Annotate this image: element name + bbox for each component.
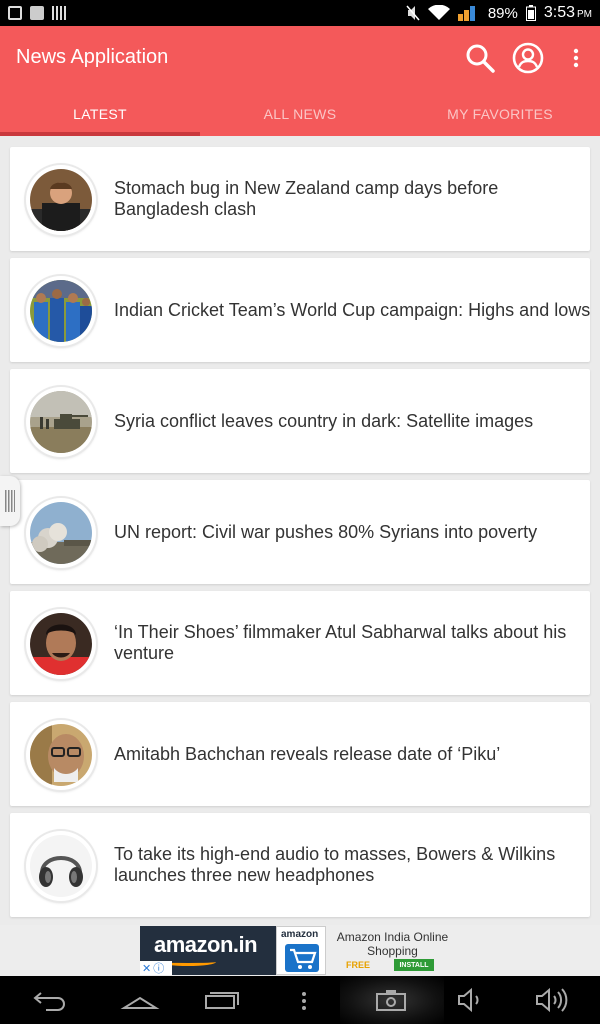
clock: 3:53 PM [543, 4, 592, 21]
screenshot-icon[interactable] [374, 986, 408, 1014]
status-bar: 89% 3:53 PM [0, 0, 600, 26]
news-headline: ‘In Their Shoes’ filmmaker Atul Sabharwa… [114, 622, 567, 663]
tab-latest[interactable]: LATEST [0, 92, 200, 136]
tab-all-news[interactable]: ALL NEWS [200, 92, 400, 136]
news-thumbnail [26, 165, 96, 235]
news-headline: Stomach bug in New Zealand camp days bef… [114, 178, 499, 219]
tank-photo [30, 391, 92, 453]
news-thumbnail [26, 831, 96, 901]
tab-my-favorites[interactable]: MY FAVORITES [400, 92, 600, 136]
more-options-icon[interactable] [566, 42, 586, 74]
news-headline: Amitabh Bachchan reveals release date of… [114, 743, 501, 764]
side-drawer-handle[interactable] [0, 476, 20, 526]
news-thumbnail [26, 498, 96, 568]
news-headline: To take its high-end audio to masses, Bo… [114, 844, 556, 885]
news-headline: Syria conflict leaves country in dark: S… [114, 410, 534, 431]
news-thumbnail [26, 609, 96, 679]
news-thumbnail [26, 387, 96, 457]
tab-bar: LATEST ALL NEWS MY FAVORITES [0, 92, 600, 136]
headphones-photo [30, 835, 92, 897]
account-icon[interactable] [512, 42, 544, 74]
shopping-notification-icon [30, 6, 44, 20]
close-ad-icon[interactable]: ✕ [142, 962, 151, 975]
cricketer-photo [30, 169, 92, 231]
news-list: Stomach bug in New Zealand camp days bef… [10, 147, 590, 924]
news-headline: Indian Cricket Team’s World Cup campaign… [114, 299, 591, 320]
back-icon[interactable] [28, 986, 68, 1014]
ad-price: FREE [346, 960, 371, 970]
image-notification-icon [8, 6, 22, 20]
amazon-app-icon: amazon [276, 926, 326, 975]
portrait-photo [30, 613, 92, 675]
notification-icons [8, 6, 66, 20]
signal-icon [457, 6, 475, 21]
system-icons: 89% 3:53 PM [406, 4, 592, 22]
ad-text: Amazon India Online Shopping [336, 930, 449, 958]
news-headline: UN report: Civil war pushes 80% Syrians … [114, 521, 538, 542]
tab-indicator [0, 132, 200, 136]
system-nav-bar [0, 976, 600, 1024]
news-card[interactable]: Stomach bug in New Zealand camp days bef… [10, 147, 590, 251]
news-thumbnail [26, 720, 96, 790]
amazon-logo: amazon.in [154, 932, 258, 957]
news-card[interactable]: To take its high-end audio to masses, Bo… [10, 813, 590, 917]
search-icon[interactable] [464, 42, 496, 74]
menu-icon[interactable] [294, 986, 314, 1014]
ad-banner: amazon.in amazon Amazon India Online Sho… [0, 925, 600, 976]
news-thumbnail [26, 276, 96, 346]
recent-apps-icon[interactable] [202, 986, 242, 1014]
install-button[interactable]: INSTALL [394, 959, 434, 971]
news-card[interactable]: UN report: Civil war pushes 80% Syrians … [10, 480, 590, 584]
volume-down-icon[interactable] [456, 986, 486, 1014]
ad-info-icon[interactable]: ⓘ [153, 960, 164, 976]
news-card[interactable]: ‘In Their Shoes’ filmmaker Atul Sabharwa… [10, 591, 590, 695]
news-card[interactable]: Indian Cricket Team’s World Cup campaign… [10, 258, 590, 362]
app-title: News Application [16, 46, 169, 68]
news-card[interactable]: Syria conflict leaves country in dark: S… [10, 369, 590, 473]
team-photo [30, 280, 92, 342]
app-bar: News Application LATEST ALL NEWS MY FAVO… [0, 26, 600, 136]
shopping-cart-icon [285, 944, 319, 972]
home-icon[interactable] [120, 986, 160, 1014]
battery-percent: 89% [487, 4, 518, 22]
news-card[interactable]: Amitabh Bachchan reveals release date of… [10, 702, 590, 806]
battery-icon [525, 5, 536, 21]
ad-choices[interactable]: ✕ ⓘ [140, 961, 172, 975]
wifi-icon [427, 5, 450, 20]
smoke-photo [30, 502, 92, 564]
grip-icon [5, 490, 15, 512]
volume-up-icon[interactable] [534, 986, 568, 1014]
barcode-notification-icon [52, 6, 66, 20]
actor-photo [30, 724, 92, 786]
amazon-app-icon-label: amazon [281, 929, 319, 940]
ad-content[interactable]: amazon.in amazon Amazon India Online Sho… [140, 926, 462, 975]
mute-icon [406, 5, 420, 21]
